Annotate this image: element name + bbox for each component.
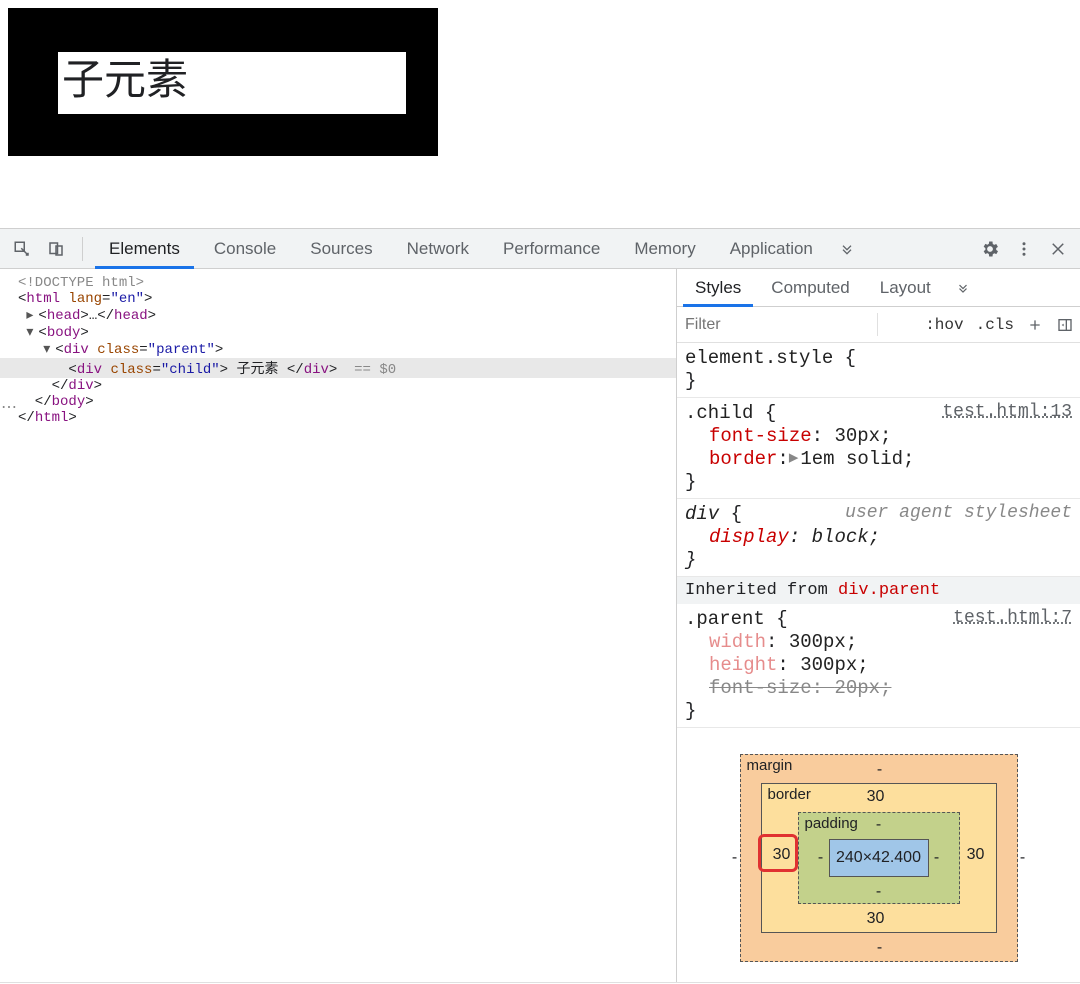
close-icon[interactable] [1044, 235, 1072, 263]
dom-body-open[interactable]: ▾<body> [0, 324, 676, 341]
tab-network[interactable]: Network [393, 228, 483, 269]
box-model: margin - - - - border 30 30 30 30 [677, 728, 1080, 982]
dom-head[interactable]: ▸<head>…</head> [0, 307, 676, 324]
preview-child-box: 子元素 [58, 52, 406, 114]
devtools-tabbar: Elements Console Sources Network Perform… [0, 228, 1080, 269]
margin-label: margin [747, 757, 793, 774]
page-preview: 子元素 [0, 0, 1080, 228]
border-bottom-value: 30 [862, 910, 890, 928]
source-link[interactable]: test.html:13 [942, 402, 1072, 422]
dom-html-close[interactable]: </html> [0, 410, 676, 426]
dom-html-open[interactable]: <html lang="en"> [0, 291, 676, 307]
tab-sources[interactable]: Sources [296, 228, 386, 269]
uas-label: user agent stylesheet [845, 503, 1072, 523]
toggle-panel-icon[interactable] [1050, 317, 1080, 333]
border-top-value: 30 [862, 788, 890, 806]
preview-parent-box: 子元素 [8, 8, 438, 156]
styles-pane: Styles Computed Layout :hov .cls element… [676, 269, 1080, 982]
row-actions-icon[interactable]: ⋯ [0, 397, 18, 417]
margin-left-value: - [721, 849, 749, 867]
content-size: 240×42.400 [829, 839, 929, 877]
gear-icon[interactable] [976, 235, 1004, 263]
tab-computed[interactable]: Computed [759, 269, 861, 307]
separator [877, 313, 878, 336]
kebab-icon[interactable] [1010, 235, 1038, 263]
border-label: border [768, 786, 811, 803]
device-toggle-icon[interactable] [42, 235, 70, 263]
more-tabs-icon[interactable] [833, 235, 861, 263]
rule-element-style[interactable]: element.style { } [677, 343, 1080, 398]
inspect-icon[interactable] [8, 235, 36, 263]
highlight-ring [758, 834, 798, 872]
styles-filter-input[interactable] [677, 308, 919, 342]
margin-top-value: - [866, 761, 894, 779]
dom-parent-close[interactable]: </div> [0, 378, 676, 394]
tab-memory[interactable]: Memory [620, 228, 709, 269]
tab-layout[interactable]: Layout [868, 269, 943, 307]
padding-label: padding [805, 815, 858, 832]
rule-child[interactable]: test.html:13 .child { font-size: 30px; b… [677, 398, 1080, 499]
source-link[interactable]: test.html:7 [953, 608, 1072, 628]
more-side-tabs-icon[interactable] [949, 274, 977, 302]
tab-elements[interactable]: Elements [95, 228, 194, 269]
separator [82, 237, 83, 261]
tab-performance[interactable]: Performance [489, 228, 614, 269]
dom-doctype: <!DOCTYPE html> [18, 275, 144, 291]
dom-parent-open[interactable]: ▾<div class="parent"> [0, 341, 676, 358]
inherited-header: Inherited from div.parent [677, 577, 1080, 604]
dom-child-selected[interactable]: <div class="child"> 子元素 </div> == $0 [0, 358, 676, 378]
hov-toggle[interactable]: :hov [919, 307, 969, 343]
rule-div-uas[interactable]: user agent stylesheet div { display: blo… [677, 499, 1080, 577]
margin-bottom-value: - [866, 939, 894, 957]
tab-console[interactable]: Console [200, 228, 290, 269]
border-right-value: 30 [962, 846, 990, 864]
tab-application[interactable]: Application [716, 228, 827, 269]
rule-parent[interactable]: test.html:7 .parent { width: 300px; heig… [677, 604, 1080, 728]
dom-body-close[interactable]: </body> [0, 394, 676, 410]
padding-top-value: - [865, 816, 893, 834]
padding-bottom-value: - [865, 883, 893, 901]
dom-tree[interactable]: ⋯ <!DOCTYPE html> <html lang="en"> ▸<hea… [0, 269, 676, 982]
tab-styles[interactable]: Styles [683, 269, 753, 307]
cls-toggle[interactable]: .cls [970, 307, 1020, 343]
new-rule-icon[interactable] [1020, 317, 1050, 333]
margin-right-value: - [1009, 849, 1037, 867]
